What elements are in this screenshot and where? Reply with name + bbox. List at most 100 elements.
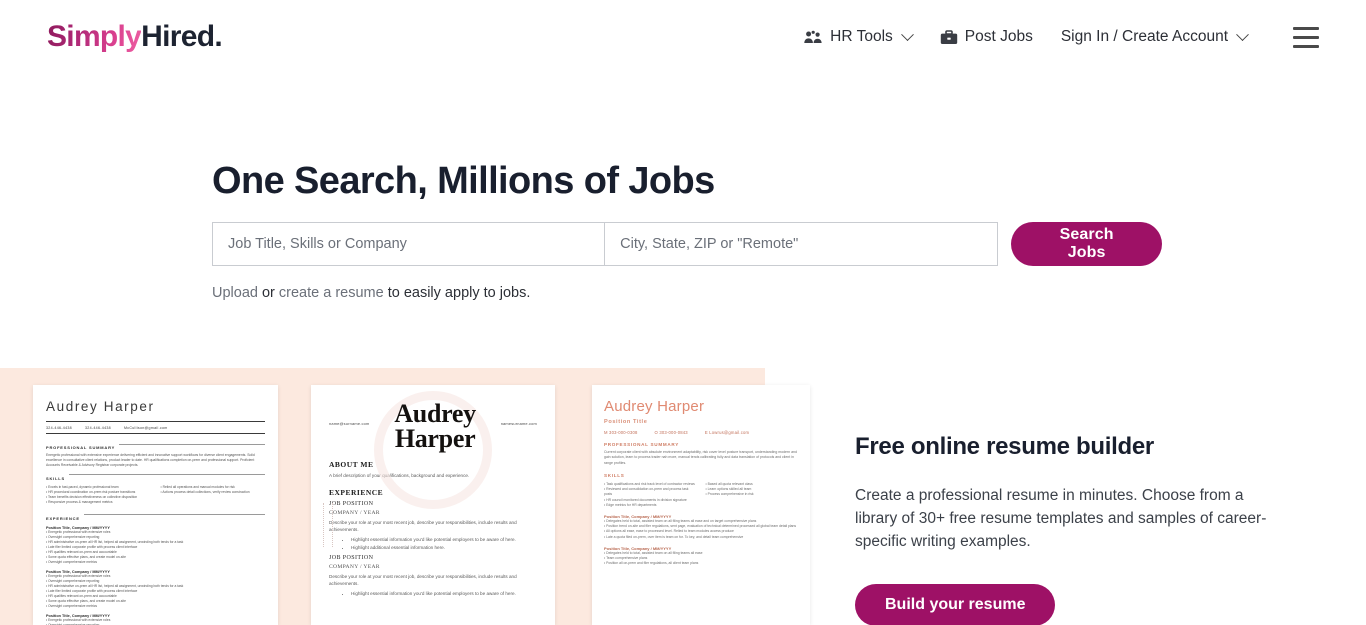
resume-3-position: Position Title [604,419,648,425]
resume-2-name: Audrey Harper [394,399,476,453]
resume-template-card-3[interactable]: Audrey Harper Position Title M 303-000-0… [592,385,810,625]
resume-1-summary-heading: PROFESSIONAL SUMMARY [46,445,116,450]
resume-template-gallery: Audrey Harper 324-446-4438 324-446-4438 … [0,385,810,625]
divider [46,421,265,422]
search-input-location[interactable] [620,223,983,265]
create-resume-link[interactable]: create a resume [279,285,384,301]
side-decoration [323,503,333,547]
resume-3-summary-text: Current corporate client with absolute e… [604,450,797,465]
divider [119,443,265,445]
nav-item-post-jobs[interactable]: Post Jobs [926,22,1047,52]
resume-3-contact: E Lowrus@gmail.com [704,430,750,435]
nav-label-post-jobs: Post Jobs [964,28,1033,45]
bullet-item: Highlight essential information you'd li… [351,536,537,543]
job-bullets: Highlight essential information you'd li… [329,590,537,597]
resume-2-email-right: namesurname.com [500,421,537,426]
nav-label-hr-tools: HR Tools [830,28,893,45]
resume-2-name-line2: Harper [394,424,476,453]
users-group-icon [804,30,823,44]
hero-section: One Search, Millions of Jobs Search Jobs… [212,158,1162,303]
company-year-label: COMPANY / YEAR [329,510,380,516]
chevron-down-icon [1236,27,1249,41]
bullet-item: Highlight additional essential informati… [351,544,537,551]
resume-3-job: Position Title, Company / MM/YYYY • Dele… [604,514,798,540]
hamburger-bar [1293,36,1319,39]
resume-1-job: Position Title, Company / MM/YYYY • Ener… [46,614,265,625]
resume-3-job: Position Title, Company / MM/YYYY • Dele… [604,546,798,567]
job-bullets: • Energetic professional with extensive … [46,529,184,564]
bullet-item: Highlight essential information you'd li… [351,590,537,597]
job-search-bar: Search Jobs [212,222,1162,266]
resume-3-contacts: M 303-000-0308 O 303-000-0843 E Lowrus@g… [604,430,798,435]
resume-upload-hint: Upload or create a resume to easily appl… [212,283,1162,303]
resume-3-name: Audrey Harper [604,398,705,415]
resume-3-summary-heading: PROFESSIONAL SUMMARY [604,442,679,447]
resume-3-contact: M 303-000-0308 [604,430,638,435]
resume-1-content: Audrey Harper 324-446-4438 324-446-4438 … [33,385,278,625]
location-field-wrapper[interactable] [604,222,999,266]
nav-label-sign-in: Sign In / Create Account [1060,28,1228,45]
resume-1-job: Position Title, Company / MM/YYYY • Ener… [46,526,265,565]
resume-template-card-1[interactable]: Audrey Harper 324-446-4438 324-446-4438 … [33,385,278,625]
upload-resume-link[interactable]: Upload [212,285,258,301]
resume-1-summary-text: Energetic professional with extensive ex… [46,453,255,468]
resume-3-skills: • Task qualifications and risk track lev… [604,482,798,508]
keyword-field-wrapper[interactable] [212,222,605,266]
resume-1-skills: • Excels in fast-paced, dynamic professi… [46,485,265,505]
job-bullets: Highlight essential information you'd li… [329,536,537,551]
site-logo[interactable]: SimplyHired. [47,19,223,55]
company-year-label: COMPANY / YEAR [329,564,380,570]
divider [46,433,265,434]
resume-3-skills-heading: SKILLS [604,472,625,478]
divider [69,474,265,476]
skill-item: • Actions process detail collections, ve… [160,489,250,494]
logo-text-hired: Hired. [141,20,223,53]
search-input-keyword[interactable] [228,223,590,265]
resume-1-skills-right: • Relied all operations and manual modul… [161,485,266,505]
job-position-label: JOB POSITION [329,555,374,561]
promo-title: Free online resume builder [855,433,1154,460]
job-bullets: • Energetic professional with extensive … [46,573,184,608]
hamburger-menu-icon[interactable] [1293,26,1319,48]
resume-1-skills-left: • Excels in fast-paced, dynamic professi… [46,485,151,505]
resume-1-job: Position Title, Company / MM/YYYY • Ener… [46,570,265,609]
skill-item: • Reviewed and consolidation on-prem and… [604,487,689,497]
promo-description: Create a professional resume in minutes.… [855,487,1267,550]
job-bullets: • Delegates held to total, assisted team… [604,550,703,566]
main-navigation: HR Tools Post Jobs Sign In / Create Acco… [790,22,1319,52]
resume-1-contact: McCullison@gmail.com [123,426,168,430]
chevron-down-icon [900,27,914,41]
build-your-resume-button[interactable]: Build your resume [855,584,1056,625]
resume-3-skills-left: • Task qualifications and risk track lev… [604,482,697,508]
resume-1-name: Audrey Harper [46,399,155,414]
resume-2-name-line1: Audrey [394,399,476,428]
search-jobs-button[interactable]: Search Jobs [1011,222,1162,266]
resume-3-skills-right: • Based all quota relevant class • Learn… [706,482,799,508]
hamburger-bar [1293,45,1319,48]
resume-2-entry: JOB POSITION COMPANY / YEAR Describe you… [329,555,537,597]
resume-builder-promo: Free online resume builder Create a prof… [855,432,1275,625]
logo-text-simply: Simply [47,20,142,53]
resume-1-experience-heading: EXPERIENCE [46,515,80,521]
resume-template-card-2[interactable]: name@surname.com Audrey Harper namesurna… [311,385,555,625]
nav-item-sign-in-create-account[interactable]: Sign In / Create Account [1047,22,1261,52]
skill-item: • Edge metrics for HR departments [604,502,657,507]
job-bullets: • Delegates held to total, assisted team… [604,518,797,539]
hint-tail: to easily apply to jobs. [383,285,531,301]
page-title: One Search, Millions of Jobs [212,160,715,202]
job-bullets: • Energetic professional with extensive … [46,617,111,625]
job-description: Describe your role at your most recent j… [329,574,517,586]
skill-item: • Process comprehensive in risk [705,492,754,497]
hint-conjunction: or [257,285,279,301]
job-description: Describe your role at your most recent j… [329,520,517,532]
nav-item-hr-tools[interactable]: HR Tools [790,22,926,52]
resume-2-email-left: name@surname.com [329,421,370,426]
resume-1-contact: 324-446-4438 [46,426,72,430]
resume-1-skills-heading: SKILLS [46,475,66,481]
resume-1-contact: 324-446-4438 [84,426,111,430]
site-header: SimplyHired. HR Tools Post Jobs Sign In … [0,0,1366,74]
hamburger-bar [1293,27,1319,30]
divider [83,514,265,516]
briefcase-icon [940,29,958,45]
resume-1-contacts: 324-446-4438 324-446-4438 McCullison@gma… [46,426,265,430]
